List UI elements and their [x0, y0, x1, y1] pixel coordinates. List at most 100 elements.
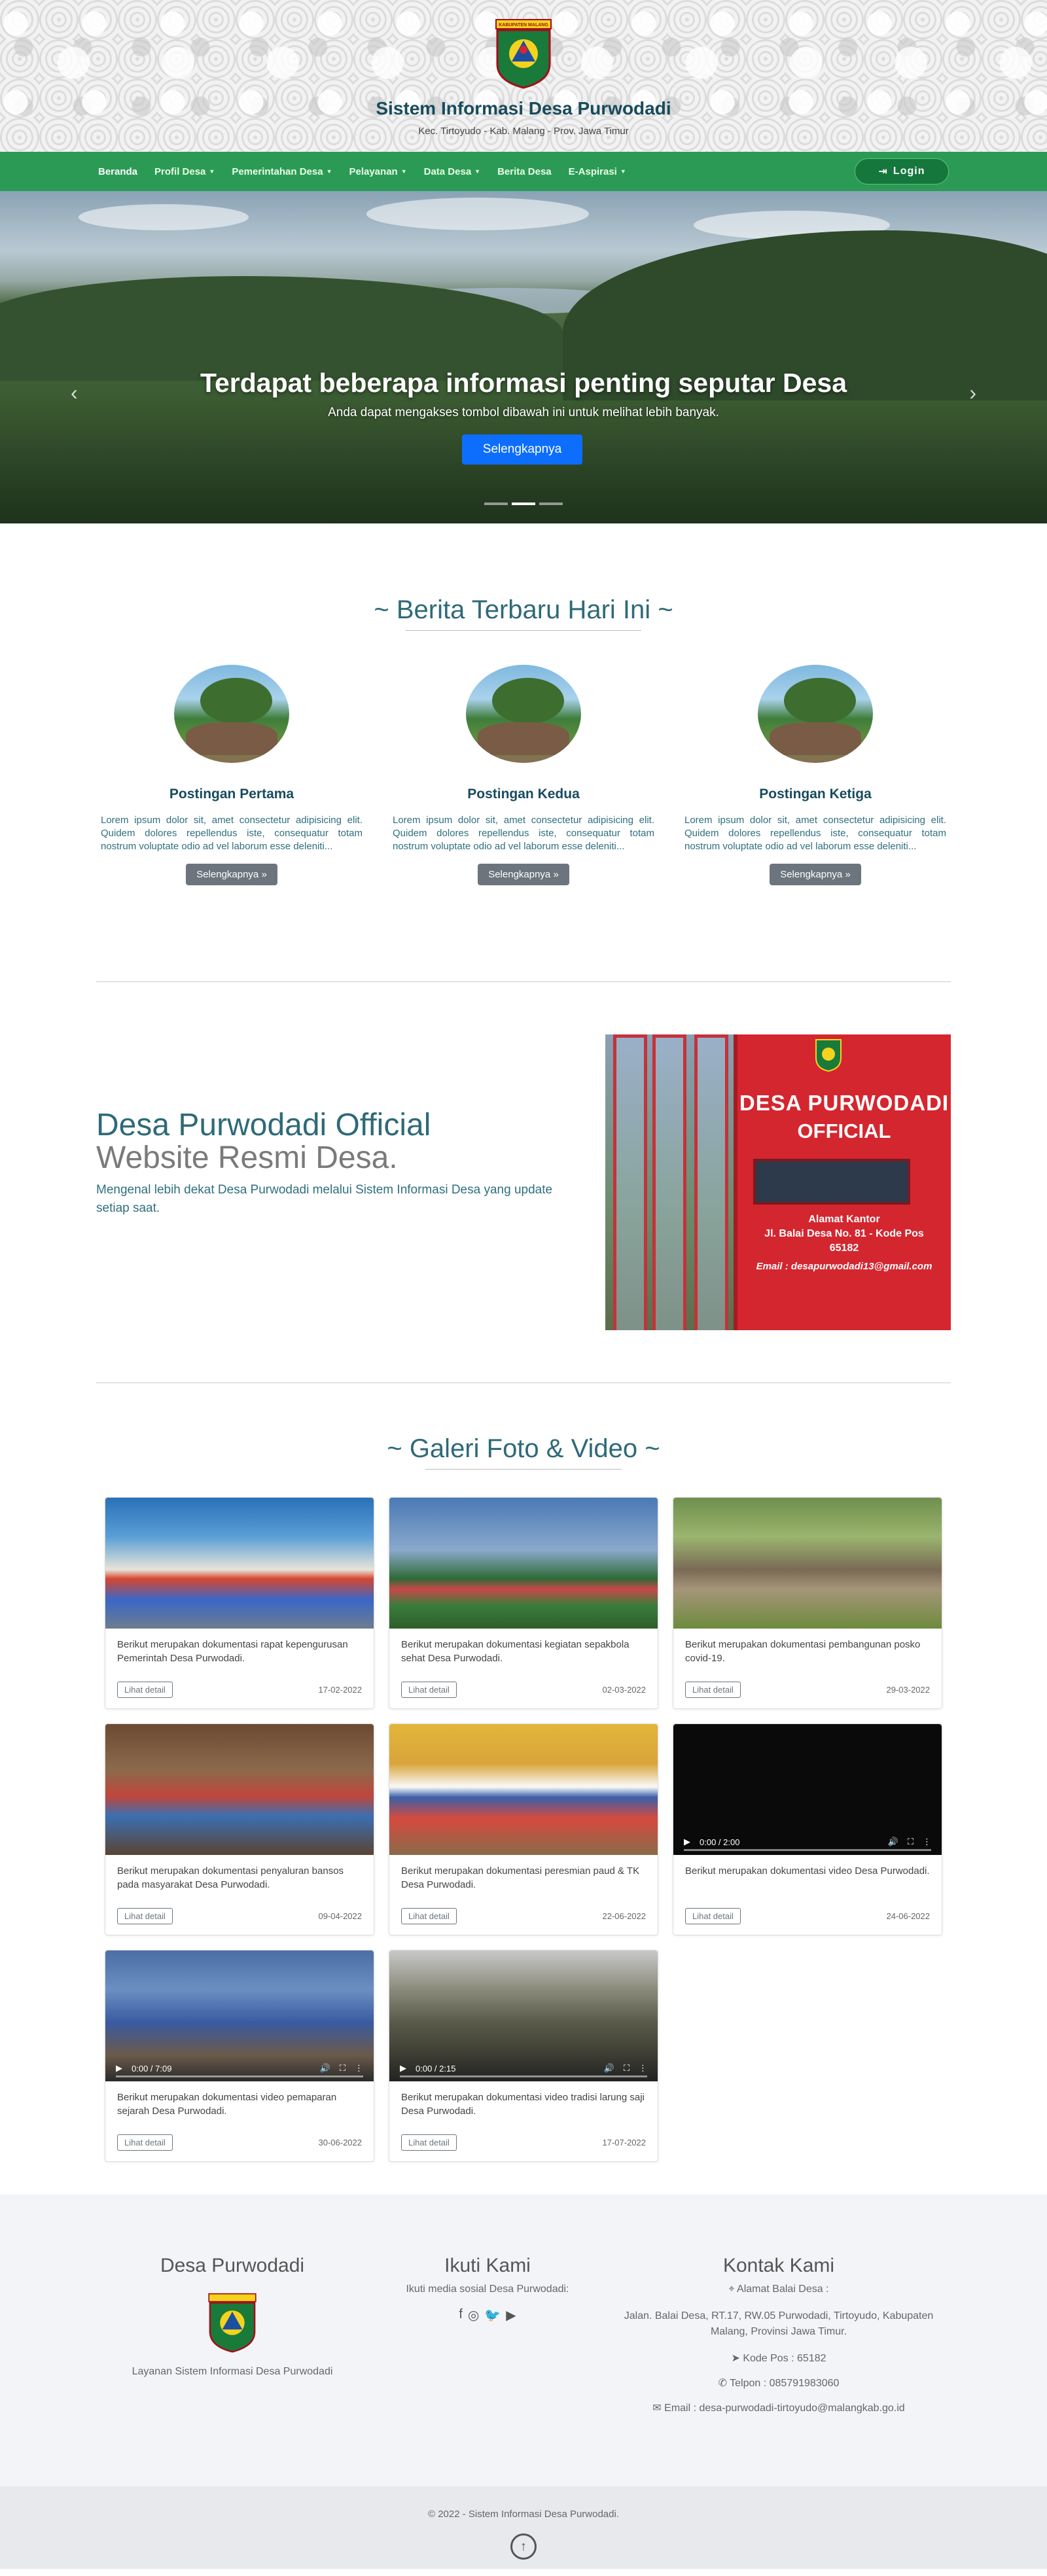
detail-button[interactable]: Lihat detail	[117, 1908, 173, 1924]
gallery-caption: Berikut merupakan dokumentasi peresmian …	[401, 1865, 640, 1890]
nav-item-data-desa[interactable]: Data Desa ▼	[424, 166, 480, 177]
detail-button[interactable]: Lihat detail	[401, 1682, 457, 1698]
play-icon[interactable]: ▶	[116, 2063, 122, 2073]
fullscreen-icon[interactable]: ⛶	[624, 2063, 630, 2073]
nav-label: Profil Desa	[154, 166, 206, 177]
chevron-down-icon: ▼	[400, 168, 407, 175]
carousel-indicator[interactable]	[484, 503, 508, 505]
gallery-card: Berikut merupakan dokumentasi peresmian …	[389, 1723, 658, 1935]
nav-item-profil-desa[interactable]: Profil Desa ▼	[154, 166, 215, 177]
phone-number[interactable]: ✆ Telpon : 085791983060	[615, 2376, 942, 2390]
footer-contact-title: Kontak Kami	[722, 2255, 835, 2276]
news-more-button[interactable]: Selengkapnya »	[770, 864, 861, 885]
official-description: Mengenal lebih dekat Desa Purwodadi mela…	[96, 1183, 553, 1215]
gallery-video[interactable]: ▶ 0:00 / 7:09 🔊 ⛶ ⋮	[105, 1950, 374, 2081]
gallery-photo[interactable]	[389, 1724, 658, 1855]
sign-address: Alamat Kantor Jl. Balai Desa No. 81 - Ko…	[764, 1214, 924, 1254]
gallery-caption: Berikut merupakan dokumentasi video pema…	[117, 2092, 337, 2117]
gallery-video[interactable]: ▶ 0:00 / 2:15 🔊 ⛶ ⋮	[389, 1950, 658, 2081]
news-excerpt: Lorem ipsum dolor sit, amet consectetur …	[393, 815, 654, 852]
instagram-icon[interactable]: ◎	[468, 2307, 479, 2323]
news-card: Postingan Pertama Lorem ipsum dolor sit,…	[101, 665, 363, 885]
chevron-down-icon: ▼	[209, 168, 215, 175]
volume-icon[interactable]: 🔊	[604, 2063, 614, 2073]
pillar-shape	[652, 1034, 686, 1330]
twitter-icon[interactable]: 🐦	[484, 2307, 501, 2323]
fullscreen-icon[interactable]: ⛶	[340, 2063, 346, 2073]
footer-social-text: Ikuti media sosial Desa Purwodadi:	[406, 2284, 569, 2295]
gallery-caption: Berikut merupakan dokumentasi penyaluran…	[117, 1865, 344, 1890]
volume-icon[interactable]: 🔊	[320, 2063, 330, 2073]
chevron-down-icon: ▼	[326, 168, 332, 175]
gallery-photo[interactable]	[389, 1498, 658, 1629]
gallery-photo[interactable]	[105, 1498, 374, 1629]
carousel-indicators	[484, 503, 563, 505]
news-card: Postingan Kedua Lorem ipsum dolor sit, a…	[393, 665, 654, 885]
detail-button[interactable]: Lihat detail	[401, 1908, 457, 1924]
arrow-up-icon[interactable]: ↑	[510, 2533, 537, 2560]
video-time: 0:00 / 2:00	[700, 1837, 740, 1847]
nav-item-beranda[interactable]: Beranda	[98, 166, 137, 177]
more-options-icon[interactable]: ⋮	[639, 2063, 647, 2073]
more-options-icon[interactable]: ⋮	[923, 1837, 931, 1847]
nav-label: Pemerintahan Desa	[232, 166, 323, 177]
more-options-icon[interactable]: ⋮	[355, 2063, 363, 2073]
facebook-icon[interactable]: f	[459, 2307, 463, 2323]
copyright-text: © 2022 - Sistem Informasi Desa Purwodadi…	[427, 2509, 619, 2520]
gallery-date: 30-06-2022	[318, 2138, 363, 2147]
detail-button[interactable]: Lihat detail	[685, 1908, 741, 1924]
location-icon: ⌖	[728, 2284, 737, 2295]
nav-item-e-aspirasi[interactable]: E-Aspirasi ▼	[569, 166, 626, 177]
office-door-shape	[753, 1159, 910, 1205]
youtube-icon[interactable]: ▶	[506, 2307, 516, 2323]
news-image	[758, 665, 873, 763]
gallery-photo[interactable]	[105, 1724, 374, 1855]
kabupaten-emblem-icon	[815, 1039, 842, 1072]
news-more-button[interactable]: Selengkapnya »	[186, 864, 277, 885]
video-progress-bar[interactable]	[684, 1849, 931, 1851]
nav-item-berita-desa[interactable]: Berita Desa	[497, 166, 552, 177]
gallery-date: 17-07-2022	[602, 2138, 647, 2147]
gallery-caption: Berikut merupakan dokumentasi video Desa…	[685, 1865, 930, 1877]
volume-icon[interactable]: 🔊	[888, 1837, 898, 1847]
news-more-button[interactable]: Selengkapnya »	[478, 864, 569, 885]
fullscreen-icon[interactable]: ⛶	[908, 1837, 914, 1847]
office-sign-board: DESA PURWODADI OFFICIAL Alamat Kantor Jl…	[734, 1034, 951, 1330]
official-title: Desa Purwodadi Official	[96, 1108, 431, 1142]
gallery-date: 17-02-2022	[318, 1685, 363, 1695]
cloud-shape	[366, 198, 589, 230]
play-icon[interactable]: ▶	[684, 1837, 690, 1847]
play-icon[interactable]: ▶	[400, 2063, 406, 2073]
gallery-caption: Berikut merupakan dokumentasi rapat kepe…	[117, 1639, 348, 1664]
gallery-photo[interactable]	[673, 1498, 942, 1629]
official-subtitle: Website Resmi Desa.	[96, 1140, 398, 1175]
detail-button[interactable]: Lihat detail	[117, 1682, 173, 1698]
hero-more-button[interactable]: Selengkapnya	[462, 434, 582, 465]
nav-label: E-Aspirasi	[568, 166, 617, 177]
nav-label: Beranda	[98, 166, 138, 177]
kabupaten-malang-logo[interactable]: KABUPATEN MALANG	[492, 18, 555, 89]
gallery-video[interactable]: ▶ 0:00 / 2:00 🔊 ⛶ ⋮	[673, 1724, 942, 1855]
video-progress-bar[interactable]	[116, 2075, 363, 2077]
nav-item-pelayanan[interactable]: Pelayanan ▼	[349, 166, 406, 177]
gallery-card: ▶ 0:00 / 7:09 🔊 ⛶ ⋮ Berikut merupakan do…	[105, 1950, 374, 2162]
nav-item-pemerintahan-desa[interactable]: Pemerintahan Desa ▼	[232, 166, 332, 177]
gallery-section: ~ Galeri Foto & Video ~ Berikut merupaka…	[0, 1383, 1047, 2195]
carousel-indicator[interactable]	[512, 503, 535, 505]
video-time: 0:00 / 2:15	[416, 2063, 456, 2073]
detail-button[interactable]: Lihat detail	[401, 2134, 457, 2151]
video-progress-bar[interactable]	[400, 2075, 647, 2077]
main-navbar: Beranda Profil Desa ▼ Pemerintahan Desa ▼ …	[0, 152, 1047, 191]
detail-button[interactable]: Lihat detail	[117, 2134, 173, 2151]
sign-subtitle: OFFICIAL	[797, 1120, 891, 1142]
news-title: Postingan Kedua	[467, 786, 580, 802]
email-address[interactable]: ✉ Email : desa-purwodadi-tirtoyudo@malan…	[615, 2401, 942, 2414]
news-card: Postingan Ketiga Lorem ipsum dolor sit, …	[684, 665, 946, 885]
divider	[425, 1469, 622, 1470]
detail-button[interactable]: Lihat detail	[685, 1682, 741, 1698]
login-button[interactable]: ⇥ Login	[855, 158, 949, 185]
carousel-indicator[interactable]	[539, 503, 563, 505]
gallery-date: 24-06-2022	[886, 1911, 931, 1921]
footer-about-text: Layanan Sistem Informasi Desa Purwodadi	[132, 2366, 333, 2377]
news-title: Postingan Ketiga	[759, 786, 872, 802]
